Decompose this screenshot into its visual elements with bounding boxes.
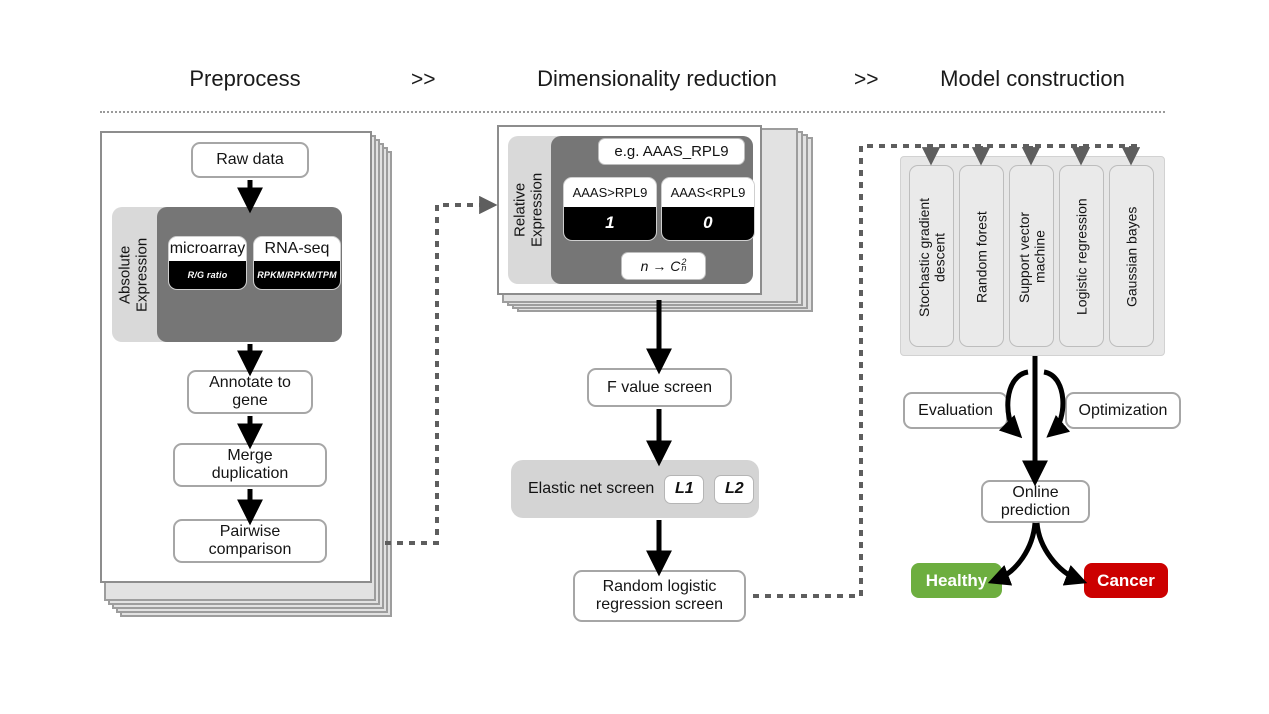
random-logistic-regression-screen-box[interactable]: Random logistic regression screen [573, 570, 746, 622]
penalty-badge-l2[interactable]: L2 [714, 474, 755, 504]
stage-separator-1: >> [411, 68, 436, 91]
classifier-label-random-forest: Random forest [973, 211, 990, 303]
outcome-box-cancer[interactable]: Cancer [1084, 563, 1168, 598]
diagram-canvas: Preprocess >> Dimensionality reduction >… [0, 0, 1269, 714]
outcome-label-cancer: Cancer [1097, 570, 1155, 590]
f-value-screen-box[interactable]: F value screen [587, 368, 732, 407]
stage-title-model-construction: Model construction [940, 66, 1125, 91]
combination-subscript: n [681, 263, 687, 273]
comparison-tile-less[interactable]: AAAS<RPL9 0 [661, 177, 755, 241]
preprocess-sheet-front [100, 131, 372, 583]
classifier-label-sgd: Stochastic gradient descent [915, 197, 948, 317]
raw-data-box[interactable]: Raw data [191, 142, 309, 178]
classifier-label-gaussian-bayes: Gaussian bayes [1123, 206, 1140, 308]
stage-separator-2: >> [854, 68, 879, 91]
classifier-box-gaussian-bayes[interactable]: Gaussian bayes [1109, 165, 1154, 347]
stage-title-preprocess: Preprocess [189, 66, 301, 91]
annotate-to-gene-box[interactable]: Annotate to gene [187, 370, 313, 414]
combination-formula-box[interactable]: n → C 2 n [621, 252, 706, 280]
classifier-label-logistic-regression: Logistic regression [1073, 198, 1090, 316]
prediction-to-cancer-arrow [1034, 522, 1088, 586]
platform-metric-rnaseq: RPKM/RPKM/TPM [254, 260, 340, 289]
header-divider [100, 111, 1165, 113]
platform-name-rnaseq: RNA-seq [254, 237, 340, 261]
evaluation-loop-arrow [998, 369, 1029, 439]
comparison-tile-greater[interactable]: AAAS>RPL9 1 [563, 177, 657, 241]
merge-duplication-box[interactable]: Merge duplication [173, 443, 327, 487]
optimization-box[interactable]: Optimization [1065, 392, 1181, 429]
online-prediction-box[interactable]: Online prediction [981, 480, 1090, 523]
classifier-box-sgd[interactable]: Stochastic gradient descent [909, 165, 954, 347]
example-gene-pair-box[interactable]: e.g. AAAS_RPL9 [598, 138, 745, 165]
outcome-box-healthy[interactable]: Healthy [911, 563, 1002, 598]
classifier-box-logistic-regression[interactable]: Logistic regression [1059, 165, 1104, 347]
penalty-badge-l1[interactable]: L1 [664, 474, 705, 504]
comparison-condition-greater: AAAS>RPL9 [564, 178, 656, 207]
pairwise-comparison-box[interactable]: Pairwise comparison [173, 519, 327, 563]
relative-expression-label: Relative Expression [511, 172, 546, 248]
platform-metric-microarray: R/G ratio [169, 260, 246, 289]
absolute-expression-label: Absolute Expression [116, 237, 151, 312]
optimization-loop-arrow [1043, 369, 1071, 438]
evaluation-box[interactable]: Evaluation [903, 392, 1008, 429]
elastic-net-label: Elastic net screen [528, 480, 655, 497]
connector-preprocess-to-dr [385, 195, 498, 545]
platform-tile-microarray[interactable]: microarray R/G ratio [168, 236, 247, 290]
comparison-value-greater: 1 [564, 206, 656, 240]
comparison-condition-less: AAAS<RPL9 [662, 178, 754, 207]
comparison-value-less: 0 [662, 206, 754, 240]
combination-formula-text: n → C [640, 258, 681, 274]
outcome-label-healthy: Healthy [925, 570, 988, 590]
platform-name-microarray: microarray [169, 237, 246, 261]
classifier-box-svm[interactable]: Support vector machine [1009, 165, 1054, 347]
platform-tile-rnaseq[interactable]: RNA-seq RPKM/RPKM/TPM [253, 236, 341, 290]
elastic-net-group: Elastic net screen L1 L2 [511, 460, 759, 518]
stage-title-dimensionality-reduction: Dimensionality reduction [537, 66, 777, 91]
classifier-label-svm: Support vector machine [1015, 211, 1048, 303]
classifier-box-random-forest[interactable]: Random forest [959, 165, 1004, 347]
